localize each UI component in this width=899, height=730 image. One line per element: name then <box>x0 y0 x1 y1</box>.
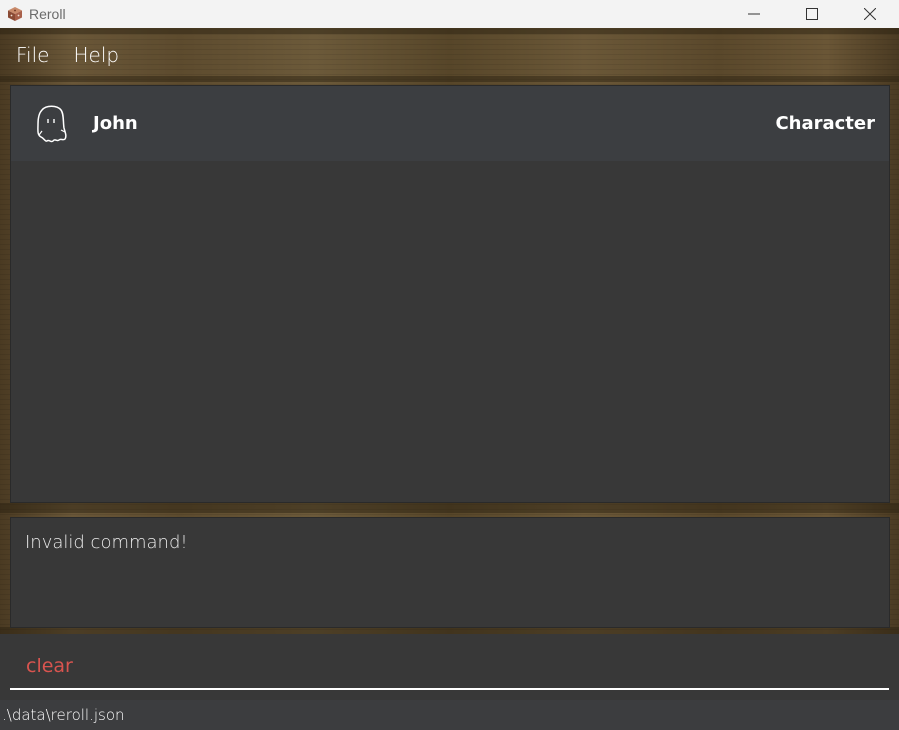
close-icon <box>864 8 876 20</box>
command-box <box>0 634 899 700</box>
maximize-icon <box>806 8 818 20</box>
window-controls <box>725 0 899 28</box>
entity-list-panel[interactable]: John Character <box>10 85 890 503</box>
close-button[interactable] <box>841 0 899 28</box>
command-input[interactable] <box>10 644 889 690</box>
minimize-button[interactable] <box>725 0 783 28</box>
window-title: Reroll <box>29 6 66 22</box>
app-window: Reroll File Help John Character Invalid … <box>0 0 899 730</box>
result-display[interactable]: Invalid command! <box>10 517 890 628</box>
wood-edge <box>0 503 899 513</box>
status-bar: .\data\reroll.json <box>0 700 899 730</box>
wood-edge <box>0 627 899 634</box>
minimize-icon <box>748 13 760 15</box>
maximize-button[interactable] <box>783 0 841 28</box>
wood-edge <box>0 76 899 82</box>
entity-type: Character <box>775 113 875 134</box>
result-message: Invalid command! <box>25 532 188 553</box>
menu-bar: File Help <box>0 34 899 76</box>
save-file-path: .\data\reroll.json <box>2 706 125 724</box>
title-bar: Reroll <box>0 0 899 28</box>
entity-name: John <box>93 113 138 134</box>
menu-file[interactable]: File <box>16 43 49 67</box>
reroll-dice-icon <box>8 7 22 21</box>
ghost-icon <box>37 105 67 143</box>
list-item[interactable]: John Character <box>11 86 889 161</box>
menu-help[interactable]: Help <box>73 43 119 67</box>
